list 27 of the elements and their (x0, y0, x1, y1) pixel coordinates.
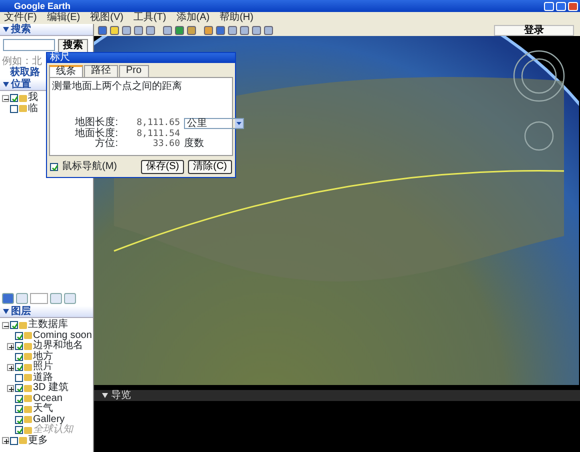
item-label: 临 (28, 104, 38, 114)
item-label: Gallery (33, 414, 65, 425)
item-label: 主数据库 (28, 320, 68, 330)
tour-bar-label: 导览 (111, 390, 131, 401)
item-label: 我 (28, 93, 38, 104)
field-label: 地图长度: (74, 118, 118, 128)
item-label: Coming soon (33, 330, 92, 341)
item-label: 全球认知 (33, 425, 73, 436)
item-label: Ocean (33, 394, 62, 404)
item-label: 地方 (33, 352, 53, 362)
item-label: 天气 (33, 404, 53, 414)
search-hint: 例如：北 (1, 56, 42, 67)
item-label: 3D 建筑 (33, 383, 69, 394)
measurement-value: 8,111.65 (136, 118, 180, 129)
item-label: 边界和地名 (33, 341, 83, 352)
measurement-value: 33.60 (152, 139, 180, 149)
item-label: 照片 (33, 362, 53, 372)
unit-label: 度数 (184, 139, 205, 149)
description-text: 测量地面上两个点之间的距离 (52, 80, 183, 94)
item-label: 更多 (28, 436, 48, 446)
checkbox-label: 鼠标导航(M) (62, 160, 118, 174)
measurement-value: 8,111.54 (136, 129, 180, 139)
field-label: 地面长度: (74, 129, 118, 139)
item-label: 道路 (33, 372, 53, 383)
dialog-title: 标尺 (47, 53, 235, 63)
field-label: 方位: (94, 139, 118, 149)
window-title: Google Earth (14, 0, 72, 12)
